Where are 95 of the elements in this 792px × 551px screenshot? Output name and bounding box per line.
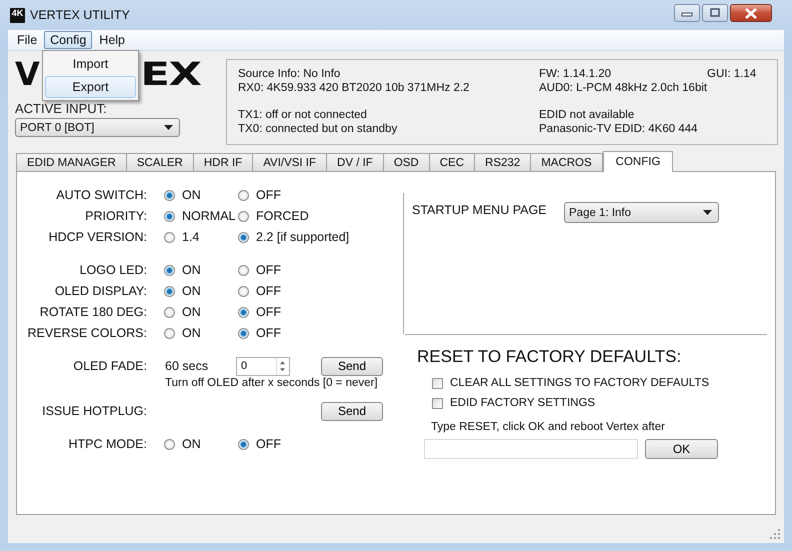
field-label: STARTUP MENU PAGE — [412, 202, 548, 216]
tab[interactable]: EDID MANAGER — [16, 153, 127, 171]
hint-text: Turn off OLED after x seconds [0 = never] — [165, 377, 379, 389]
radio-button[interactable] — [238, 306, 249, 318]
radio-button[interactable] — [164, 190, 175, 200]
option-label: FORCED — [256, 209, 309, 223]
tab[interactable]: SCALER — [126, 153, 194, 171]
tab[interactable]: RS232 — [474, 153, 532, 171]
option-label: OFF — [256, 188, 281, 202]
radio-button[interactable] — [238, 286, 249, 296]
option-label: OFF — [256, 326, 281, 340]
radio-button[interactable] — [238, 328, 249, 338]
menu-item[interactable]: Import — [45, 53, 136, 75]
checkbox-label: CLEAR ALL SETTINGS TO FACTORY DEFAULTS — [450, 377, 710, 389]
dropdown-arrow-icon — [703, 210, 712, 215]
resize-grip-icon — [770, 529, 781, 540]
close-button[interactable] — [730, 4, 772, 22]
radio-button[interactable] — [238, 232, 249, 242]
reset-field[interactable] — [424, 439, 638, 459]
info-text: AUD0: L-PCM 48kHz 2.0ch 16bit — [539, 82, 707, 95]
option-label: ON — [182, 437, 201, 451]
setting-label: ROTATE 180 DEG: — [38, 305, 147, 319]
checkbox[interactable] — [432, 378, 443, 388]
fade-reading: 60 secs — [165, 359, 210, 373]
logo-text: EX — [140, 59, 201, 89]
hint-text: Type RESET, click OK and reboot Vertex after — [431, 421, 666, 433]
radio-button[interactable] — [164, 232, 175, 242]
section-title: RESET TO FACTORY DEFAULTS: — [417, 347, 682, 367]
setting-label: REVERSE COLORS: — [26, 326, 147, 340]
send-button[interactable]: Send — [321, 356, 383, 376]
info-text: EDID not available — [539, 109, 636, 122]
radio-button[interactable] — [164, 286, 175, 296]
option-label: OFF — [256, 263, 281, 277]
number-field[interactable]: 0 — [236, 356, 290, 376]
setting-label: ISSUE HOTPLUG: — [41, 404, 147, 418]
tab[interactable]: MACROS — [530, 153, 603, 171]
maximize-icon — [709, 8, 721, 18]
info-text: FW: 1.14.1.20 — [539, 68, 612, 81]
minimize-button[interactable] — [674, 4, 700, 22]
option-label: 1.4 — [182, 230, 200, 244]
info-text: RX0: 4K59.933 420 BT2020 10b 371MHz 2.2 — [238, 82, 470, 95]
menu-item[interactable]: Help — [93, 31, 132, 49]
dropdown-arrow-icon — [164, 125, 173, 130]
close-icon — [744, 8, 758, 18]
menu-item[interactable]: Config — [44, 31, 92, 49]
checkbox[interactable] — [432, 398, 443, 408]
option-label: ON — [182, 326, 201, 340]
field-label: ACTIVE INPUT: — [15, 101, 108, 116]
info-text: TX0: connected but on standby — [238, 123, 398, 136]
info-text: TX1: off or not connected — [238, 109, 368, 122]
radio-button[interactable] — [238, 210, 249, 222]
ok-button[interactable]: OK — [645, 439, 718, 459]
setting-label: HDCP VERSION: — [48, 230, 147, 244]
option-label: 2.2 [if supported] — [256, 230, 350, 244]
option-label: ON — [182, 284, 201, 298]
tab[interactable]: CONFIG — [602, 151, 674, 172]
setting-label: HTPC MODE: — [68, 437, 147, 451]
logo-text: V — [15, 59, 39, 89]
setting-label: OLED DISPLAY: — [54, 284, 147, 298]
option-label: OFF — [256, 437, 281, 451]
option-label: OFF — [256, 284, 281, 298]
radio-button[interactable] — [164, 264, 175, 276]
info-text: GUI: 1.14 — [707, 68, 758, 81]
send-button[interactable]: Send — [321, 402, 383, 420]
radio-button[interactable] — [238, 438, 249, 450]
input-dropdown[interactable]: PORT 0 [BOT] — [15, 118, 180, 137]
menu-item[interactable]: Export — [45, 76, 136, 98]
tab[interactable]: CEC — [428, 153, 476, 171]
tab[interactable]: AVI/VSI IF — [252, 153, 328, 171]
menu-item[interactable]: File — [11, 31, 44, 49]
setting-label: LOGO LED: — [78, 263, 147, 277]
tab[interactable]: DV / IF — [326, 153, 384, 171]
window-title: VERTEX UTILITY — [30, 8, 130, 22]
option-label: ON — [182, 188, 201, 202]
maximize-button[interactable] — [702, 4, 728, 22]
radio-button[interactable] — [164, 210, 175, 222]
tab[interactable]: HDR IF — [192, 153, 254, 171]
radio-button[interactable] — [164, 328, 175, 338]
radio-button[interactable] — [164, 438, 175, 450]
radio-button[interactable] — [164, 306, 175, 318]
info-text: Source Info: No Info — [238, 68, 342, 81]
page-dropdown[interactable]: Page 1: Info — [564, 202, 719, 223]
option-label: ON — [182, 305, 201, 319]
option-label: OFF — [256, 305, 281, 319]
setting-label: PRIORITY: — [84, 209, 147, 223]
radio-button[interactable] — [238, 264, 249, 276]
option-label: NORMAL — [182, 209, 236, 223]
radio-button[interactable] — [238, 190, 249, 200]
tab[interactable]: OSD — [382, 153, 430, 171]
setting-label: OLED FADE: — [72, 359, 147, 373]
checkbox-label: EDID FACTORY SETTINGS — [450, 397, 596, 409]
setting-label: AUTO SWITCH: — [55, 188, 147, 202]
info-text: Panasonic-TV EDID: 4K60 444 — [539, 123, 699, 136]
app-icon: 4K — [10, 8, 25, 22]
option-label: ON — [182, 263, 201, 277]
